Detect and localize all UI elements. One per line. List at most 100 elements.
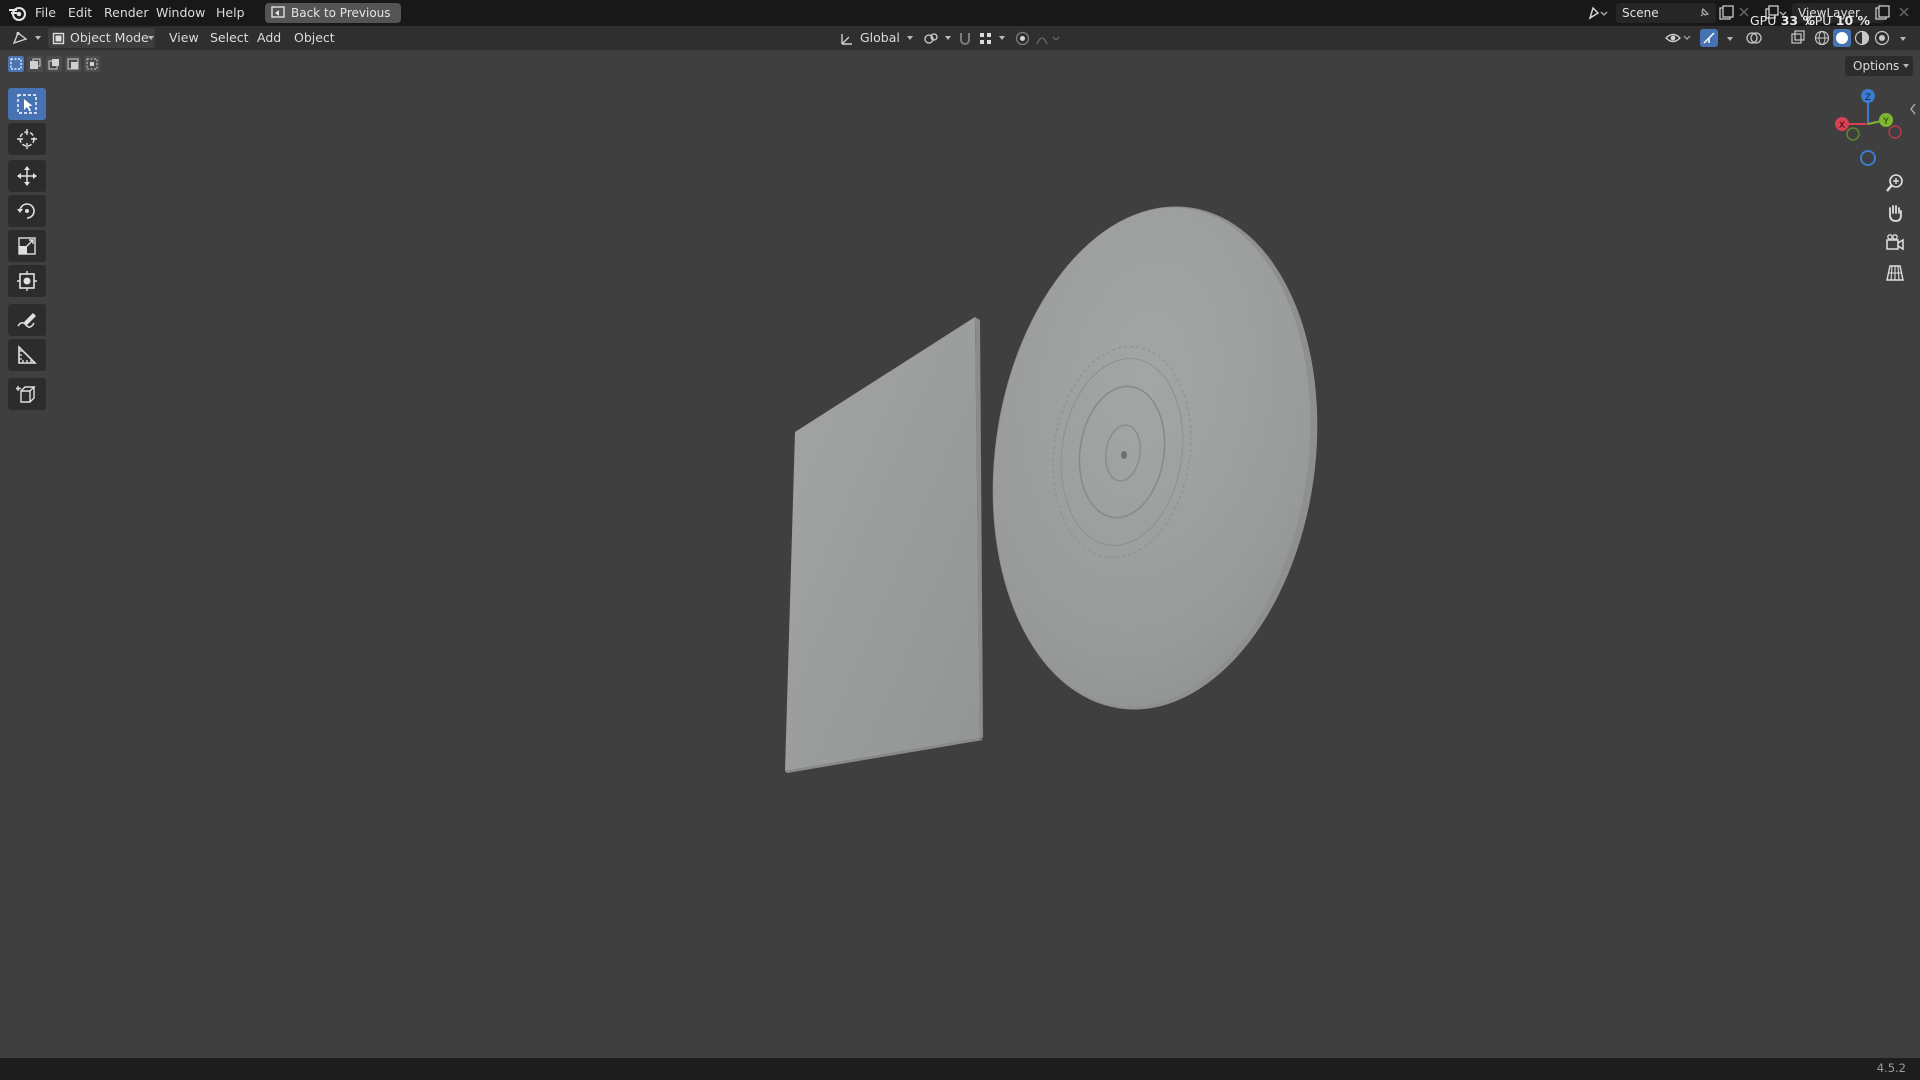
3d-viewport-icon <box>12 31 28 45</box>
material-preview-icon[interactable] <box>1854 30 1870 46</box>
gizmo-x-label: X <box>1839 121 1845 131</box>
scene-type-icon[interactable] <box>1587 5 1609 21</box>
select-extend-icon <box>30 58 41 69</box>
chevron-down-icon <box>907 36 913 40</box>
new-view-layer-icon[interactable] <box>1874 5 1890 21</box>
scene-name-field[interactable]: Scene <box>1616 3 1716 23</box>
select-invert-icon <box>67 58 79 70</box>
move-icon <box>17 166 37 186</box>
snap-target-selector[interactable] <box>976 28 1006 48</box>
tool-cursor[interactable] <box>8 123 46 155</box>
gizmo-neg-y[interactable] <box>1846 127 1860 141</box>
select-extend-mode-button[interactable] <box>27 56 43 72</box>
back-button-label: Back to Previous <box>291 6 391 20</box>
object-visibility-icon[interactable] <box>1664 30 1692 46</box>
rotate-icon <box>17 203 35 219</box>
viewport-header: Object Mode View Select Add Object Globa… <box>0 26 1920 50</box>
hand-icon <box>1889 205 1902 222</box>
gpu-label: GPU <box>1750 13 1777 28</box>
chevron-down-icon <box>1903 64 1909 68</box>
tool-measure[interactable] <box>8 339 46 371</box>
sidebar-toggle-chevron-icon[interactable] <box>1908 102 1918 116</box>
chevron-down-icon[interactable] <box>1900 37 1906 41</box>
solid-shading-icon <box>1836 32 1848 44</box>
cpu-value: 10 % <box>1835 13 1871 28</box>
new-scene-icon[interactable] <box>1718 5 1734 21</box>
select-intersect-icon <box>86 58 98 70</box>
menu-render[interactable]: Render <box>104 0 149 26</box>
tool-annotate[interactable] <box>8 304 46 336</box>
menu-help[interactable]: Help <box>216 0 245 26</box>
snap-toggle-icon[interactable] <box>957 31 973 46</box>
xray-toggle-icon[interactable] <box>1790 30 1806 46</box>
grid-perspective-icon <box>1886 265 1904 281</box>
options-label: Options <box>1853 59 1900 73</box>
chevron-down-icon <box>999 36 1005 40</box>
tool-move[interactable] <box>8 160 46 192</box>
delete-scene-icon[interactable] <box>1738 6 1750 18</box>
gizmo-toggle[interactable] <box>1700 29 1718 47</box>
gizmo-neg-x[interactable] <box>1888 125 1902 139</box>
proportional-editing-icon[interactable] <box>1015 31 1030 46</box>
mode-label: Object Mode <box>70 30 149 45</box>
menu-window[interactable]: Window <box>156 0 205 26</box>
cursor-icon <box>17 129 37 149</box>
mode-selector[interactable]: Object Mode <box>48 28 155 48</box>
scene-name: Scene <box>1622 6 1659 20</box>
select-invert-mode-button[interactable] <box>65 56 81 72</box>
falloff-icon[interactable] <box>1035 31 1063 46</box>
selection-mode-group <box>8 56 103 73</box>
gizmo-neg-z[interactable] <box>1860 150 1876 166</box>
select-subtract-mode-button[interactable] <box>46 56 62 72</box>
options-dropdown[interactable]: Options <box>1845 56 1913 76</box>
vinyl-record-object[interactable] <box>961 185 1348 731</box>
version-label: 4.5.2 <box>1876 1061 1906 1075</box>
back-window-icon <box>271 6 285 18</box>
menu-object[interactable]: Object <box>294 26 335 50</box>
editor-type-selector[interactable] <box>8 28 42 48</box>
global-orientation-icon <box>841 34 852 45</box>
annotate-icon <box>17 313 36 328</box>
pin-icon[interactable] <box>1698 7 1710 19</box>
album-sleeve-object[interactable] <box>785 317 983 773</box>
select-new-mode-button[interactable] <box>8 56 24 72</box>
menu-view[interactable]: View <box>169 26 199 50</box>
gizmo-z-label: Z <box>1865 93 1871 103</box>
tool-rotate[interactable] <box>8 195 46 227</box>
status-bar: 4.5.2 <box>0 1058 1920 1080</box>
blender-logo-icon[interactable] <box>8 4 28 22</box>
tool-add-cube[interactable] <box>8 378 46 410</box>
perspective-toggle-button[interactable] <box>1882 260 1908 286</box>
delete-view-layer-icon[interactable] <box>1898 6 1910 18</box>
navigation-gizmo[interactable]: Z X Y <box>1826 84 1906 170</box>
transform-orientation-selector[interactable]: Global <box>836 28 913 48</box>
rendered-shading-icon[interactable] <box>1874 30 1890 46</box>
menu-edit[interactable]: Edit <box>68 0 92 26</box>
overlays-icon[interactable] <box>1745 30 1763 46</box>
pivot-icon <box>924 33 938 44</box>
back-to-previous-button[interactable]: Back to Previous <box>265 3 401 23</box>
chevron-down-icon <box>945 36 951 40</box>
menu-add[interactable]: Add <box>257 26 281 50</box>
wireframe-shading-icon[interactable] <box>1814 30 1830 46</box>
snap-increment-icon <box>980 33 991 44</box>
scale-icon <box>18 237 36 255</box>
tool-transform[interactable] <box>8 265 46 297</box>
pivot-point-selector[interactable] <box>920 28 951 48</box>
tool-select-box[interactable] <box>8 88 46 120</box>
solid-shading-button[interactable] <box>1833 29 1851 47</box>
chevron-down-icon[interactable] <box>1727 37 1733 41</box>
menu-select[interactable]: Select <box>210 26 249 50</box>
menu-file[interactable]: File <box>35 0 56 26</box>
select-intersect-mode-button[interactable] <box>84 56 100 72</box>
zoom-view-button[interactable] <box>1882 170 1908 196</box>
measure-icon <box>18 345 37 364</box>
chevron-down-icon <box>148 36 154 40</box>
chevron-down-icon <box>35 36 41 40</box>
camera-view-button[interactable] <box>1882 230 1908 256</box>
tool-scale[interactable] <box>8 230 46 262</box>
3d-viewport-scene <box>785 185 1348 773</box>
pan-view-button[interactable] <box>1882 200 1908 226</box>
select-new-icon <box>10 58 22 70</box>
gizmo-y-label: Y <box>1882 117 1889 127</box>
